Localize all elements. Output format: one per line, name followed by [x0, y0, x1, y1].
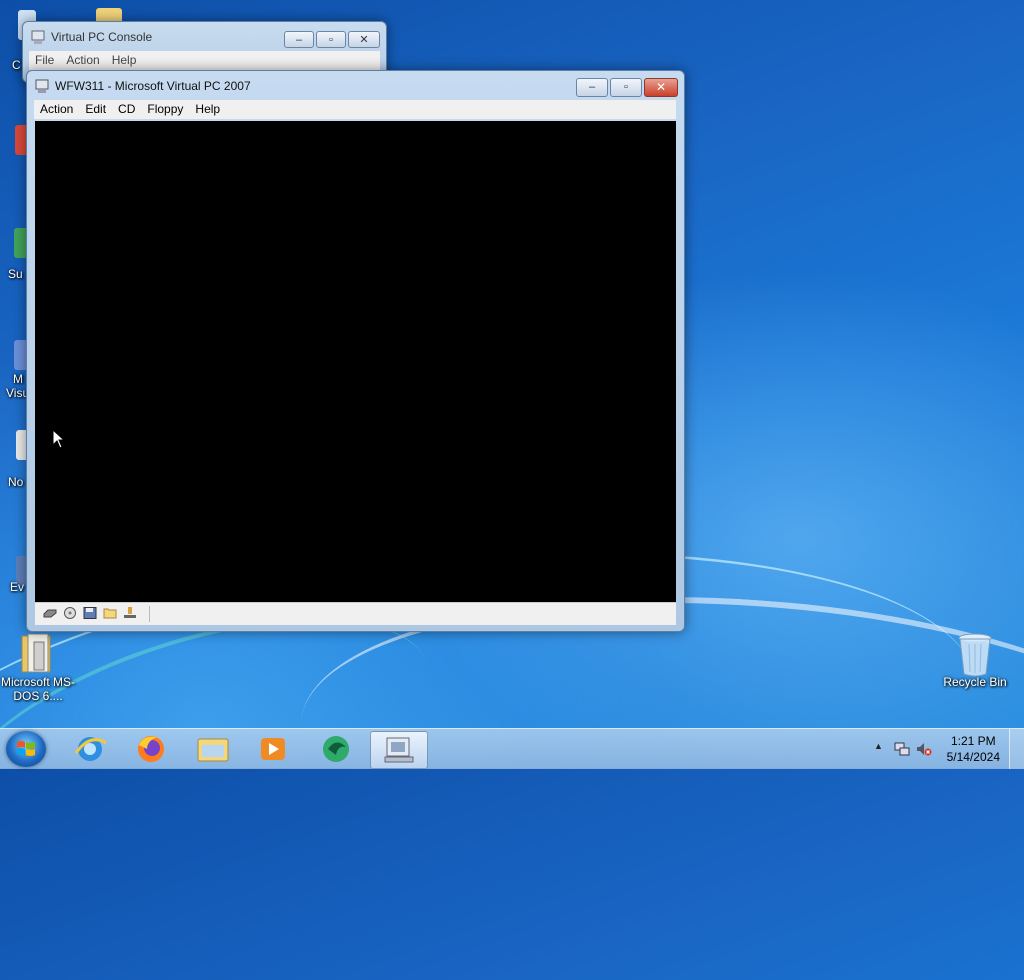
- desktop-label-partial: Su: [8, 267, 23, 281]
- desktop-label-partial: C: [12, 58, 21, 72]
- app-green-icon[interactable]: [308, 731, 364, 767]
- menu-bar: File Action Help: [29, 51, 380, 70]
- desktop-label-partial: No: [8, 475, 24, 489]
- recycle-bin-icon: [955, 632, 995, 677]
- menu-action[interactable]: Action: [60, 51, 105, 70]
- folder-icon: [18, 632, 58, 673]
- show-desktop-button[interactable]: [1009, 729, 1024, 769]
- clock-date: 5/14/2024: [946, 750, 1000, 764]
- menu-floppy[interactable]: Floppy: [141, 100, 189, 119]
- status-separator: [149, 606, 150, 622]
- maximize-button[interactable]: ▫: [610, 78, 642, 97]
- show-hidden-icons-icon[interactable]: ▲: [874, 741, 883, 751]
- windows-logo-icon: [17, 741, 35, 756]
- minimize-button[interactable]: –: [284, 31, 314, 48]
- media-player-icon[interactable]: [245, 731, 301, 767]
- mouse-cursor-icon: [52, 429, 66, 449]
- desktop-icon-msdos[interactable]: Microsoft MS-DOS 6....: [0, 632, 76, 703]
- internet-explorer-icon[interactable]: [62, 731, 118, 767]
- virtual-pc-icon: [35, 79, 49, 93]
- desktop-label-partial: Ev: [10, 580, 25, 594]
- menu-file[interactable]: File: [29, 51, 60, 70]
- virtual-pc-icon[interactable]: [370, 731, 428, 769]
- minimize-button[interactable]: –: [576, 78, 608, 97]
- menu-action[interactable]: Action: [34, 100, 79, 119]
- start-button[interactable]: [6, 731, 46, 767]
- desktop-label-partial: M: [13, 372, 23, 386]
- windows-explorer-icon[interactable]: [185, 731, 241, 767]
- clock-time: 1:21 PM: [950, 734, 996, 748]
- cd-drive-icon[interactable]: [63, 607, 77, 619]
- firefox-icon[interactable]: [123, 731, 179, 767]
- desktop-icon-label: Microsoft MS-DOS 6....: [0, 675, 75, 703]
- volume-muted-icon[interactable]: [916, 741, 932, 757]
- menu-cd[interactable]: CD: [112, 100, 141, 119]
- title-bar[interactable]: Virtual PC Console – ▫ ✕: [23, 22, 386, 52]
- window-title: Virtual PC Console: [51, 30, 153, 44]
- vm-window[interactable]: WFW311 - Microsoft Virtual PC 2007 – ▫ ✕…: [26, 70, 685, 632]
- network-status-icon[interactable]: [894, 741, 910, 757]
- menu-edit[interactable]: Edit: [79, 100, 112, 119]
- close-button[interactable]: ✕: [644, 78, 678, 97]
- vm-screen[interactable]: [35, 121, 676, 602]
- virtual-pc-icon: [31, 30, 45, 44]
- menu-help[interactable]: Help: [189, 100, 226, 119]
- title-bar[interactable]: WFW311 - Microsoft Virtual PC 2007 – ▫ ✕: [27, 71, 684, 101]
- window-title: WFW311 - Microsoft Virtual PC 2007: [55, 79, 251, 93]
- menu-help[interactable]: Help: [106, 51, 143, 70]
- floppy-icon[interactable]: [83, 607, 97, 619]
- network-icon[interactable]: [123, 607, 137, 619]
- clock[interactable]: 1:21 PM 5/14/2024: [947, 733, 1000, 765]
- shared-folder-icon[interactable]: [103, 607, 117, 619]
- maximize-button[interactable]: ▫: [316, 31, 346, 48]
- system-tray: ▲ 1:21 PM 5/14/2024: [864, 729, 1024, 769]
- desktop-icon-recycle-bin[interactable]: Recycle Bin: [937, 632, 1013, 689]
- close-button[interactable]: ✕: [348, 31, 380, 48]
- hard-disk-icon[interactable]: [43, 607, 57, 619]
- taskbar: ▲ 1:21 PM 5/14/2024: [0, 728, 1024, 769]
- menu-bar: Action Edit CD Floppy Help: [34, 100, 676, 119]
- status-bar: [35, 602, 676, 625]
